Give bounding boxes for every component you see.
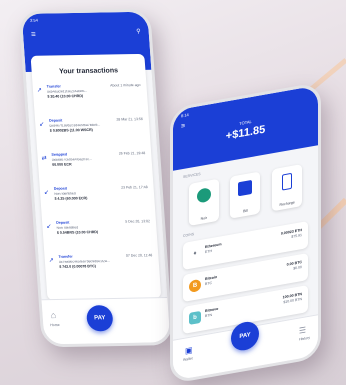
transaction-type: Deposit bbox=[56, 220, 70, 225]
nav-history-label: History bbox=[299, 335, 310, 342]
bitnovo-icon: b bbox=[189, 310, 201, 325]
transaction-row[interactable]: ↙ Deposit 23 Feb 21, 17:48 Non Identified $ … bbox=[39, 182, 155, 218]
transactions-screen: 3:54 ≡ ⚲ Your transactions ↗ Transfer Abou… bbox=[21, 11, 171, 345]
menu-icon[interactable]: ≡ bbox=[31, 30, 36, 39]
arrow-down-left-icon: ↙ bbox=[39, 121, 45, 128]
arrow-up-right-icon: ↗ bbox=[48, 257, 55, 265]
service-label: Noir bbox=[200, 215, 208, 221]
nav-home-label: Home bbox=[50, 322, 60, 328]
bottom-nav: ⌂ Home PAY bbox=[41, 297, 171, 345]
transactions-phone: 3:54 ≡ ⚲ Your transactions ↗ Transfer Abou… bbox=[18, 8, 174, 348]
services-row: Noir Bill Recharge bbox=[183, 163, 308, 227]
transaction-date: 23 Feb 21, 17:48 bbox=[121, 185, 148, 190]
service-bill[interactable]: Bill bbox=[230, 171, 261, 219]
service-recharge[interactable]: Recharge bbox=[272, 164, 303, 212]
ethereum-icon: ♦ bbox=[189, 246, 201, 261]
coin-symbol: BTN bbox=[205, 312, 212, 319]
transaction-date: 07 Dec 20, 11:48 bbox=[125, 253, 153, 258]
transaction-row[interactable]: ⇄ Swapped 26 Feb 21, 19:48 0x8a9b7c6d5e4f3a… bbox=[37, 148, 153, 184]
bill-icon bbox=[238, 179, 253, 197]
transaction-row[interactable]: ↗ Transfer About 1 minute ago 0xb4a3c9d1f3e… bbox=[32, 80, 148, 116]
service-noir[interactable]: Noir bbox=[188, 178, 219, 226]
transaction-row[interactable]: ↗ Transfer 07 Dec 20, 11:48 0x7ea9bc4e5f6a7… bbox=[44, 250, 160, 286]
transaction-type: Transfer bbox=[46, 84, 61, 89]
swap-icon: ⇄ bbox=[41, 155, 47, 162]
coin-symbol: BTC bbox=[205, 280, 212, 287]
phone-icon bbox=[282, 172, 293, 191]
transaction-date: 26 Feb 21, 19:48 bbox=[118, 151, 146, 156]
service-label: Recharge bbox=[279, 200, 295, 207]
transactions-card: Your transactions ↗ Transfer About 1 minut… bbox=[30, 53, 162, 301]
history-icon[interactable]: ☰ bbox=[299, 325, 306, 335]
coin-usd: $75.91 bbox=[291, 233, 302, 239]
transaction-amount: 00.000 ECR bbox=[51, 162, 72, 167]
filter-icon[interactable]: ⚲ bbox=[136, 28, 141, 35]
coin-symbol: ETH bbox=[205, 248, 212, 255]
nav-wallet-label: Wallet bbox=[183, 356, 193, 363]
noir-icon bbox=[196, 187, 211, 204]
transaction-amount: $ 0.54BRS (10.00 CHRD) bbox=[56, 229, 99, 235]
menu-icon[interactable]: ≡ bbox=[181, 123, 185, 131]
transaction-type: Swapped bbox=[51, 152, 68, 157]
service-label: Bill bbox=[243, 208, 248, 214]
transaction-date: 5 Dec 20, 13:02 bbox=[125, 219, 151, 224]
transaction-amount: $ 4.25 (60.000 ECR) bbox=[54, 195, 88, 201]
transaction-row[interactable]: ↙ Deposit 28 Mar 21, 13:56 0xd4e7f1a9b2c3d4… bbox=[35, 114, 151, 150]
wallet-icon[interactable]: ▣ bbox=[185, 345, 193, 355]
pay-button[interactable]: PAY bbox=[85, 305, 114, 332]
transaction-amount: $ 0.8002BS (11.00 WSCR) bbox=[49, 127, 93, 133]
arrow-down-left-icon: ↙ bbox=[43, 189, 50, 196]
wallet-screen: 8:14 ≡ TOTAL +$11.85 SERVICES Noir Bill … bbox=[173, 85, 318, 381]
home-icon[interactable]: ⌂ bbox=[50, 310, 56, 320]
transaction-date: 28 Mar 21, 13:56 bbox=[116, 117, 143, 122]
transactions-list: ↗ Transfer About 1 minute ago 0xb4a3c9d1f3e… bbox=[32, 80, 160, 286]
transaction-amount: $ 742.0 (0.00078 BTC) bbox=[59, 264, 97, 269]
services-label: SERVICES bbox=[183, 171, 201, 180]
transaction-type: Deposit bbox=[53, 186, 68, 191]
arrow-up-right-icon: ↗ bbox=[36, 87, 43, 94]
coin-usd: $0.00 bbox=[293, 265, 302, 271]
bitcoin-icon: B bbox=[189, 278, 201, 293]
transactions-title: Your transactions bbox=[58, 67, 119, 76]
transaction-row[interactable]: ↙ Deposit 5 Dec 20, 13:02 Non Identified $ 0… bbox=[42, 216, 158, 252]
transaction-type: Transfer bbox=[58, 254, 73, 259]
status-time: 8:14 bbox=[181, 111, 189, 119]
transaction-amount: $ 20.40 (10.00 CHRD) bbox=[47, 93, 84, 99]
coin-usd: $10.00 BTN bbox=[283, 297, 302, 305]
wallet-phone: 8:14 ≡ TOTAL +$11.85 SERVICES Noir Bill … bbox=[170, 81, 321, 385]
arrow-down-left-icon: ↙ bbox=[46, 223, 52, 230]
status-time: 3:54 bbox=[29, 17, 39, 23]
transaction-type: Deposit bbox=[48, 118, 63, 123]
coins-label: COINS bbox=[183, 232, 195, 239]
transaction-date: About 1 minute ago bbox=[110, 82, 141, 88]
